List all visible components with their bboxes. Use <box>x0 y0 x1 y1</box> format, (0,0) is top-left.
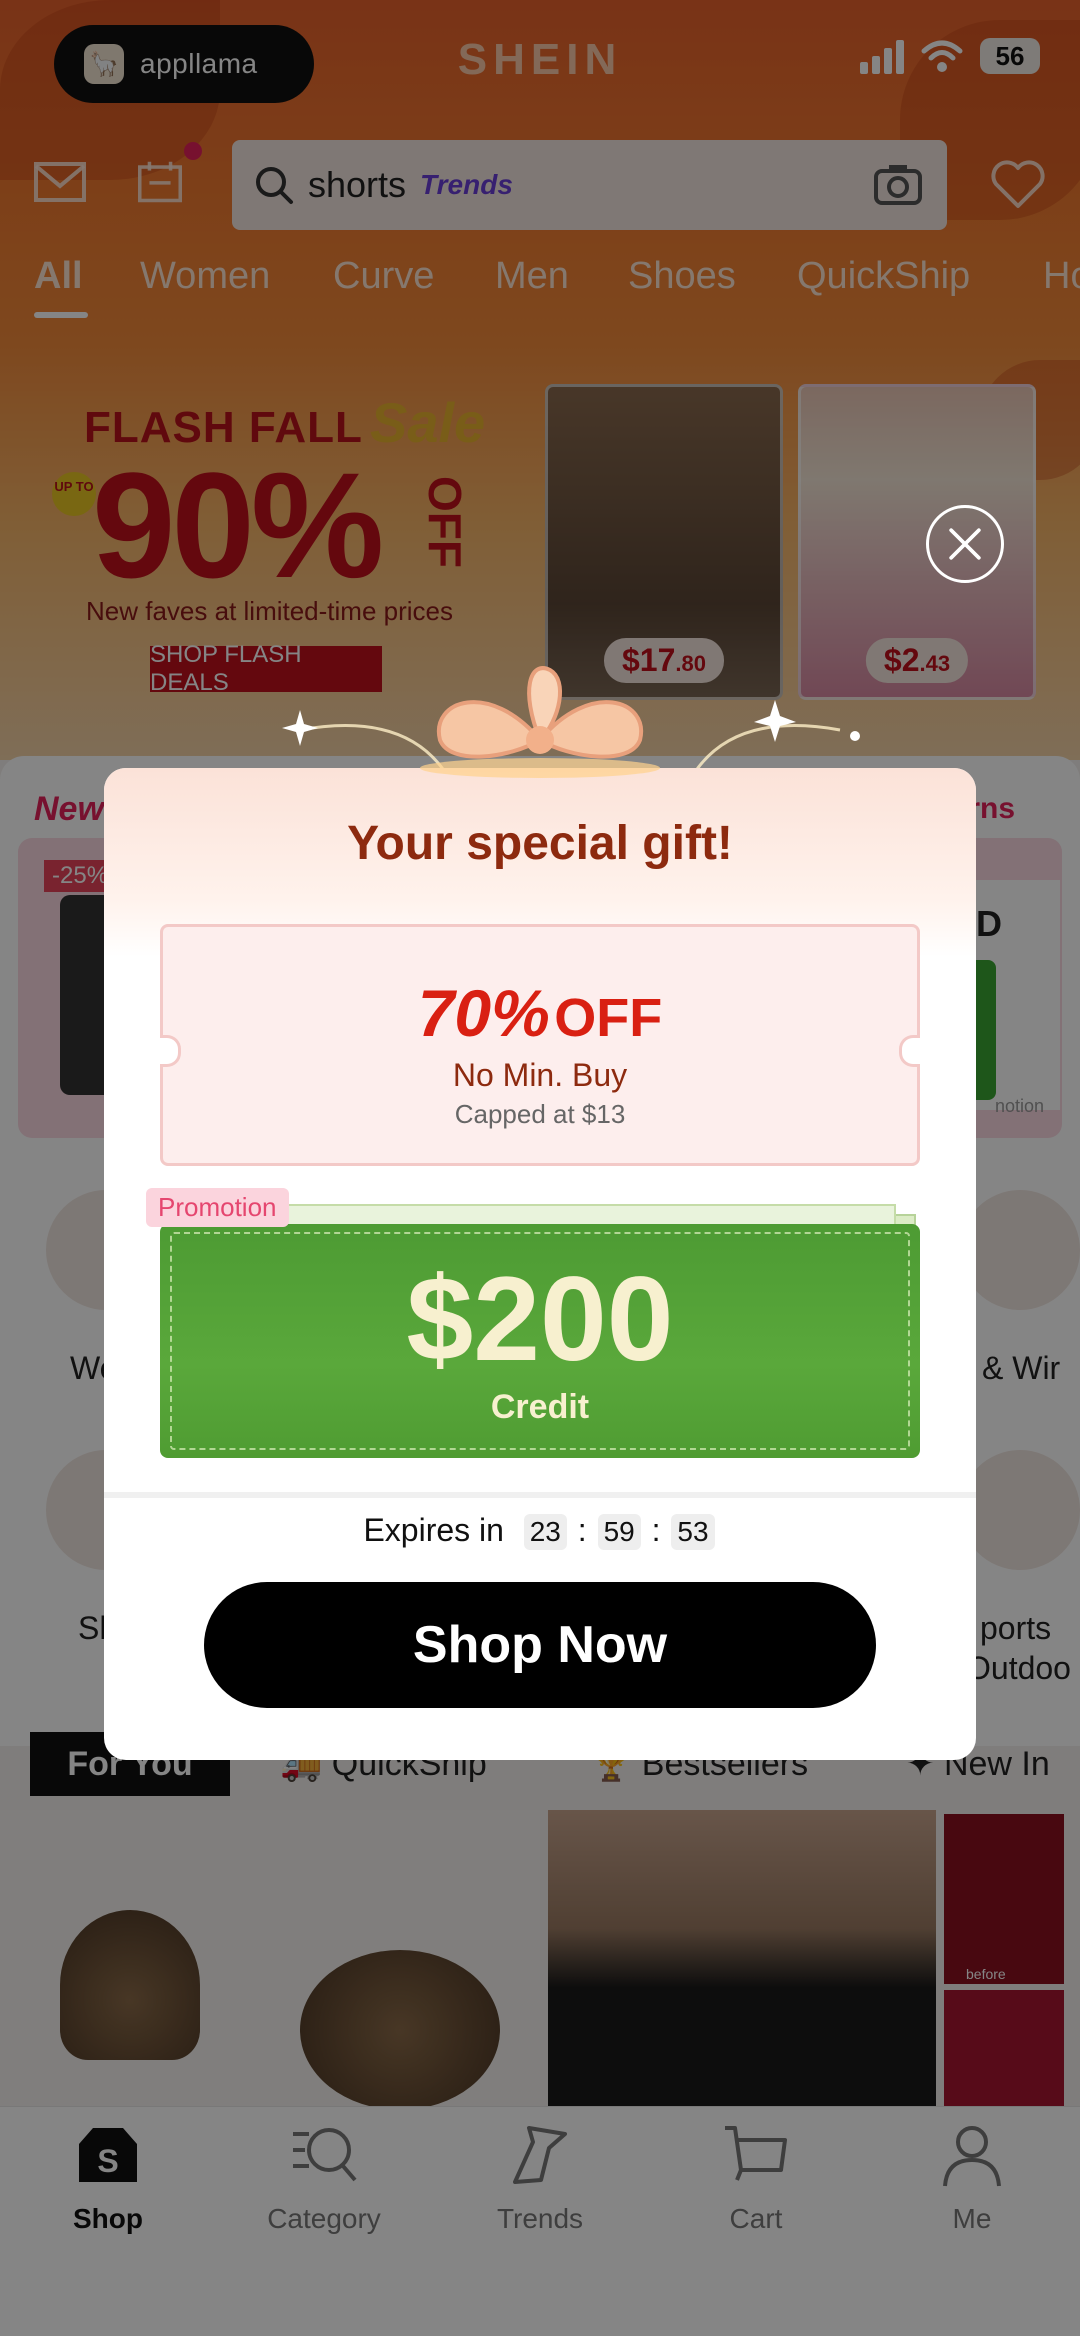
coupon-cap: Capped at $13 <box>454 1099 626 1129</box>
coupon-discount: 70% OFF <box>417 976 663 1050</box>
gift-modal: Your special gift! 70% OFF No Min. Buy C… <box>104 768 976 1760</box>
countdown-seconds: 53 <box>671 1514 715 1550</box>
modal-divider <box>104 1492 976 1498</box>
modal-title: Your special gift! <box>347 817 733 870</box>
discount-coupon[interactable]: 70% OFF No Min. Buy Capped at $13 <box>160 924 920 1166</box>
credit-label: Credit <box>490 1388 590 1426</box>
credit-voucher[interactable]: $200 Credit <box>160 1224 920 1458</box>
countdown-minutes: 59 <box>597 1514 641 1550</box>
shop-now-button[interactable]: Shop Now <box>204 1582 876 1708</box>
close-icon[interactable] <box>926 505 1004 583</box>
credit-amount: $200 <box>406 1252 674 1386</box>
coupon-min-buy: No Min. Buy <box>452 1057 628 1093</box>
countdown-hours: 23 <box>523 1514 567 1550</box>
gift-bow-icon <box>420 666 660 778</box>
promotion-tag: Promotion <box>146 1188 289 1227</box>
expiry-countdown: Expires in 23 : 59 : 53 <box>104 1512 976 1550</box>
